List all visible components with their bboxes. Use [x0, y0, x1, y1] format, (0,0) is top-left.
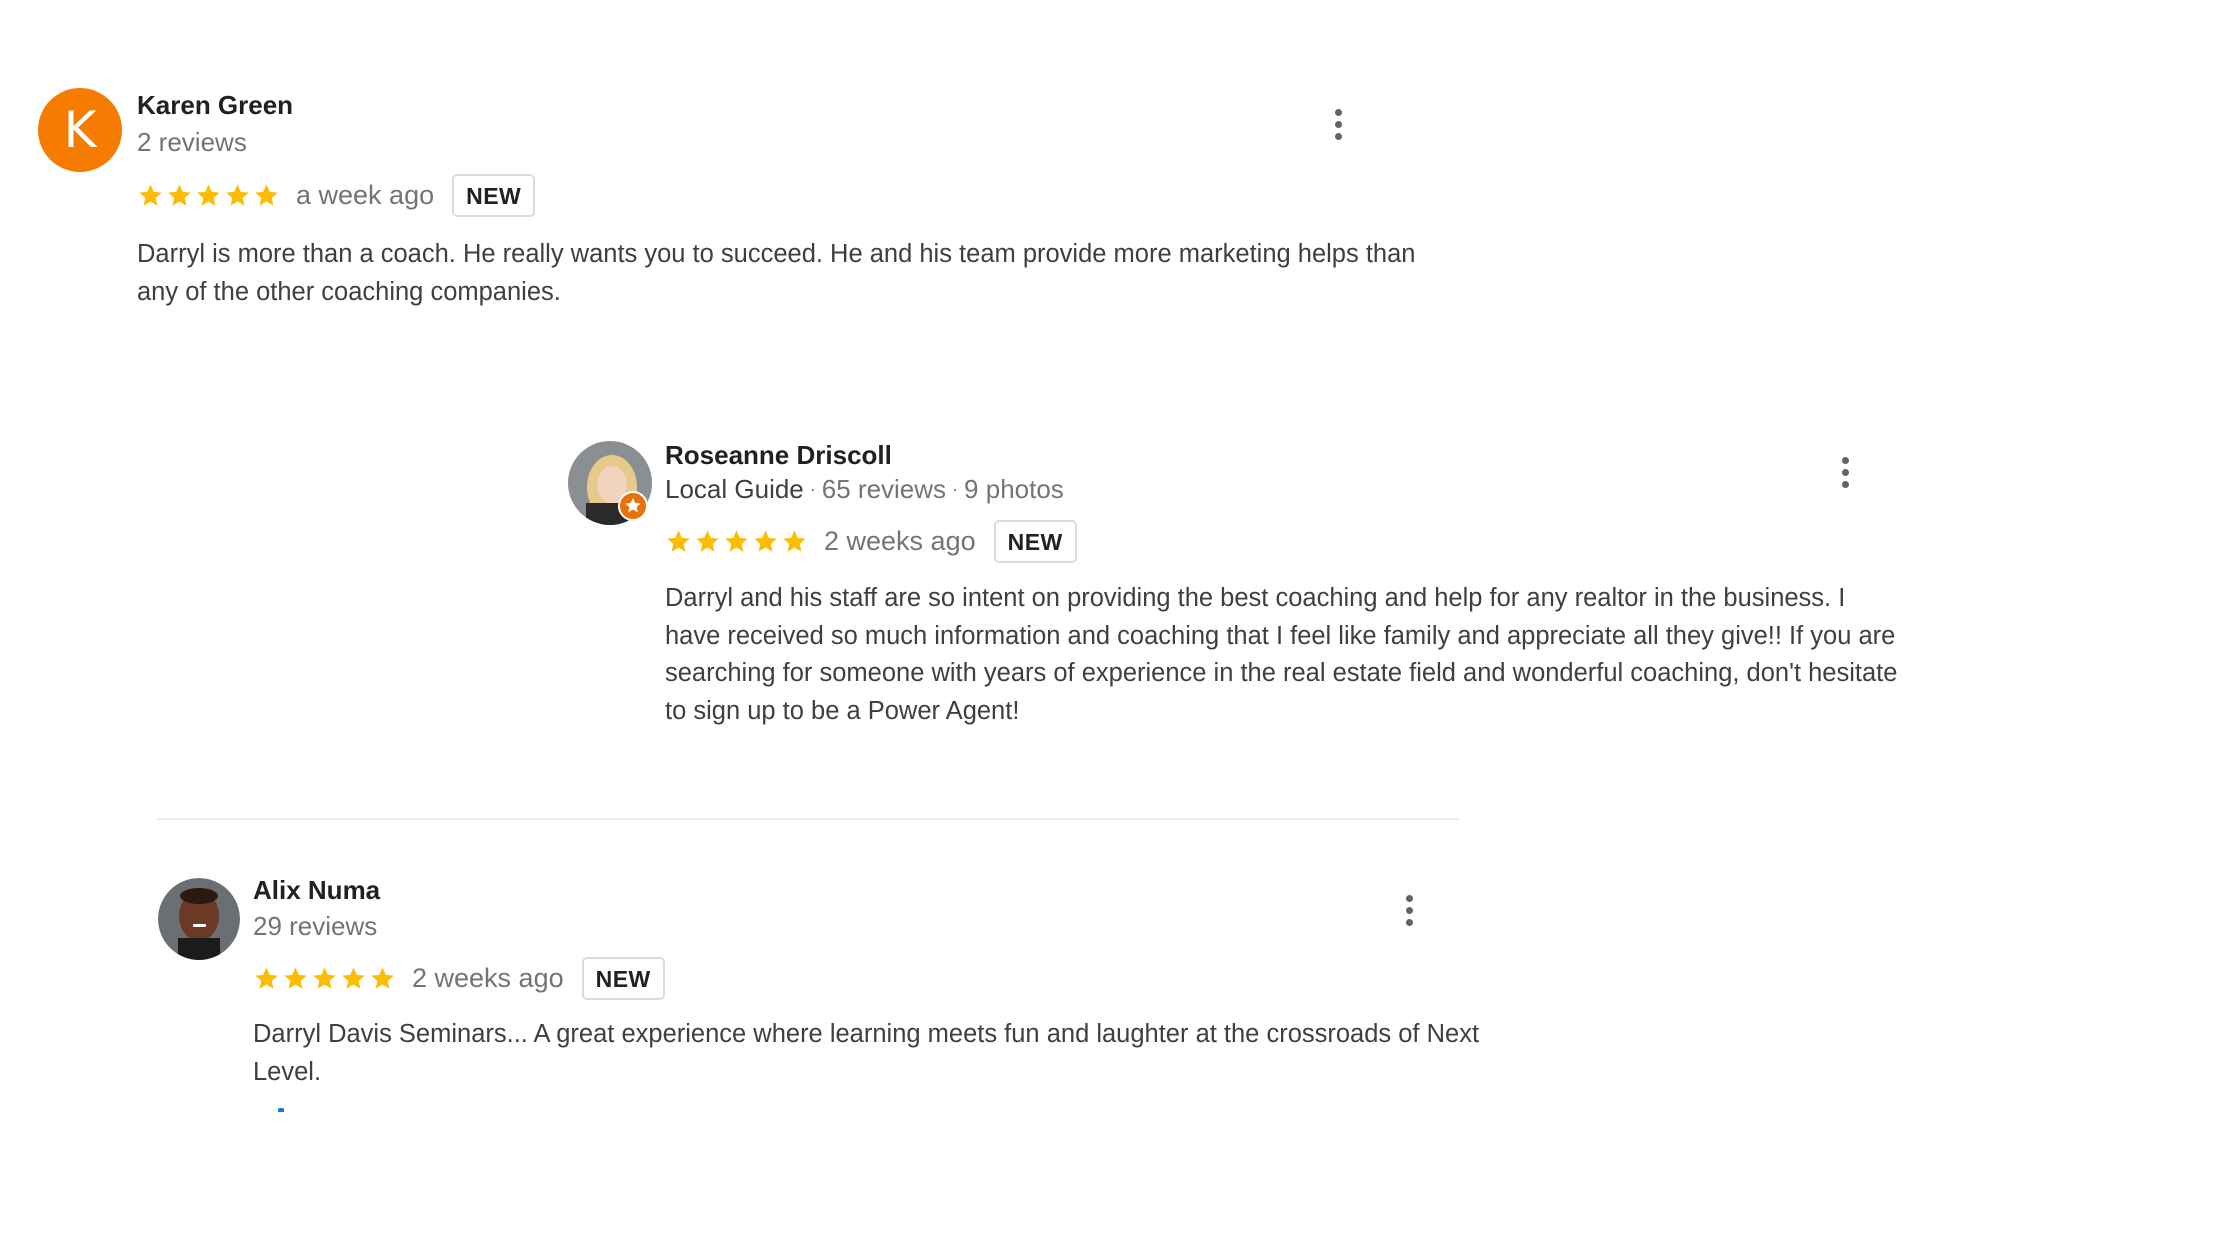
reviewer-meta: Local Guide · 65 reviews · 9 photos	[665, 474, 1064, 504]
divider	[158, 818, 1458, 820]
star-icon	[340, 965, 367, 992]
star-icon	[195, 182, 222, 209]
review-time: a week ago	[296, 180, 435, 210]
avatar-letter: K	[63, 101, 97, 159]
star-icon	[224, 182, 251, 209]
avatar[interactable]	[568, 441, 652, 525]
star-rating	[253, 965, 398, 992]
review-time: 2 weeks ago	[824, 526, 976, 556]
review-time: 2 weeks ago	[412, 963, 564, 993]
review-card: Roseanne Driscoll Local Guide · 65 reviews…	[0, 420, 2000, 750]
avatar[interactable]: K	[38, 88, 122, 172]
star-icon	[253, 965, 280, 992]
profile-photo	[158, 878, 240, 960]
rating-row: a week ago NEW	[137, 174, 536, 217]
new-badge: NEW	[581, 957, 665, 1000]
reviewer-name[interactable]: Karen Green	[137, 90, 293, 121]
reviewer-name[interactable]: Alix Numa	[253, 875, 380, 906]
review-text: Darryl Davis Seminars... A great experie…	[253, 1020, 1480, 1086]
photo-count: 9 photos	[964, 474, 1064, 504]
reviewer-meta: 2 reviews	[137, 127, 247, 157]
more-options-button[interactable]	[1394, 890, 1424, 930]
rating-row: 2 weeks ago NEW	[253, 957, 665, 1000]
more-vert-icon	[1841, 456, 1849, 464]
more-options-button[interactable]	[1830, 452, 1860, 492]
review-count: 65 reviews	[821, 474, 947, 504]
review-text: Darryl is more than a coach. He really w…	[137, 240, 1416, 306]
more-vert-icon	[1334, 108, 1342, 116]
star-icon	[694, 528, 721, 555]
local-guide-star-icon	[618, 491, 648, 521]
star-icon	[282, 965, 309, 992]
star-icon	[752, 528, 779, 555]
reviewer-name[interactable]: Roseanne Driscoll	[665, 440, 892, 471]
local-guide-label: Local Guide	[665, 474, 804, 504]
scroll-indicator	[278, 1108, 284, 1112]
new-badge: NEW	[993, 520, 1077, 563]
more-vert-icon	[1405, 894, 1413, 902]
star-icon	[137, 182, 164, 209]
new-badge: NEW	[452, 174, 536, 217]
star-icon	[723, 528, 750, 555]
star-rating	[137, 182, 282, 209]
rating-row: 2 weeks ago NEW	[665, 520, 1077, 563]
star-rating	[665, 528, 810, 555]
star-icon	[253, 182, 280, 209]
reviewer-meta: 29 reviews	[253, 911, 378, 941]
review-card: K Karen Green 2 reviews a week ago NEW D…	[0, 0, 1415, 330]
avatar[interactable]	[158, 878, 240, 960]
star-icon	[781, 528, 808, 555]
star-icon	[369, 965, 396, 992]
review-text: Darryl and his staff are so intent on pr…	[665, 584, 1898, 725]
review-card: Alix Numa 29 reviews 2 weeks ago NEW Dar…	[0, 860, 1500, 1120]
more-options-button[interactable]	[1323, 104, 1353, 144]
star-icon	[166, 182, 193, 209]
star-icon	[311, 965, 338, 992]
star-icon	[665, 528, 692, 555]
